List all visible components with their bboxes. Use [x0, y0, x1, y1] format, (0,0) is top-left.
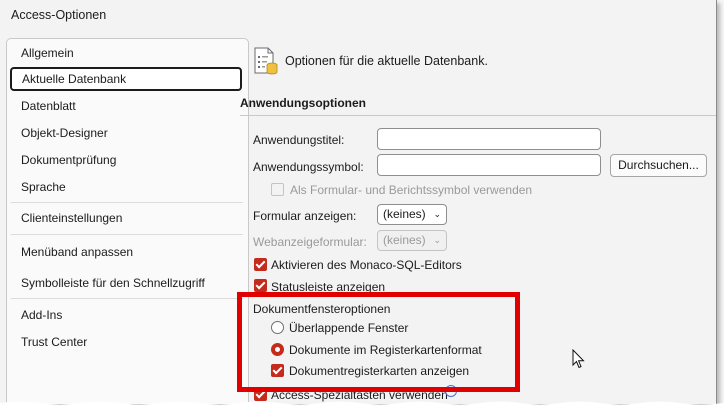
nav-item-datenblatt[interactable]: Datenblatt	[10, 94, 242, 118]
nav-item-clienteinstellungen[interactable]: Clienteinstellungen	[10, 206, 242, 230]
web-form-value: (keines)	[383, 233, 426, 247]
chevron-down-icon: ⌄	[433, 235, 441, 245]
section-title: Anwendungsoptionen	[240, 96, 366, 110]
nav-divider	[11, 298, 243, 299]
app-icon-label: Anwendungssymbol:	[253, 160, 364, 174]
nav-item-dokumentpruefung[interactable]: Dokumentprüfung	[10, 148, 242, 172]
app-title-label: Anwendungstitel:	[253, 133, 345, 147]
nav-item-sprache[interactable]: Sprache	[10, 175, 242, 199]
monaco-editor-checkbox[interactable]	[254, 258, 267, 271]
display-form-label: Formular anzeigen:	[253, 209, 357, 223]
nav-divider	[11, 202, 243, 203]
display-form-value: (keines)	[383, 207, 426, 221]
display-form-select[interactable]: (keines) ⌄	[377, 204, 447, 225]
app-icon-input[interactable]	[377, 154, 601, 176]
section-divider	[240, 115, 716, 116]
monaco-editor-label: Aktivieren des Monaco-SQL-Editors	[271, 258, 462, 272]
app-title-input[interactable]	[377, 128, 601, 150]
window-title: Access-Optionen	[11, 8, 107, 22]
mouse-cursor-icon	[572, 349, 585, 369]
nav-item-trust-center[interactable]: Trust Center	[10, 330, 242, 354]
web-form-label: Webanzeigeformular:	[253, 235, 367, 249]
page-header: Optionen für die aktuelle Datenbank.	[285, 54, 488, 68]
statusbar-checkbox[interactable]	[254, 279, 267, 292]
use-as-form-icon-checkbox[interactable]	[271, 183, 284, 196]
options-dialog: Access-Optionen Allgemein Aktuelle Daten…	[0, 0, 717, 405]
browse-button[interactable]: Durchsuchen...	[610, 154, 707, 177]
database-options-icon	[254, 47, 278, 75]
torn-edge-decoration	[0, 401, 724, 410]
nav-item-aktuelle-datenbank[interactable]: Aktuelle Datenbank	[10, 67, 242, 91]
highlight-annotation-box	[237, 292, 520, 392]
chevron-down-icon: ⌄	[433, 209, 441, 219]
use-as-form-icon-label: Als Formular- und Berichtssymbol verwend…	[290, 183, 533, 197]
nav-item-menueband[interactable]: Menüband anpassen	[10, 240, 242, 264]
nav-item-schnellzugriff[interactable]: Symbolleiste für den Schnellzugriff	[10, 271, 242, 295]
nav-divider	[11, 234, 243, 235]
nav-item-objekt-designer[interactable]: Objekt-Designer	[10, 121, 242, 145]
nav-item-allgemein[interactable]: Allgemein	[10, 41, 242, 65]
web-form-select[interactable]: (keines) ⌄	[377, 230, 447, 251]
nav-panel: Allgemein Aktuelle Datenbank Datenblatt …	[6, 38, 249, 404]
nav-item-add-ins[interactable]: Add-Ins	[10, 303, 242, 327]
